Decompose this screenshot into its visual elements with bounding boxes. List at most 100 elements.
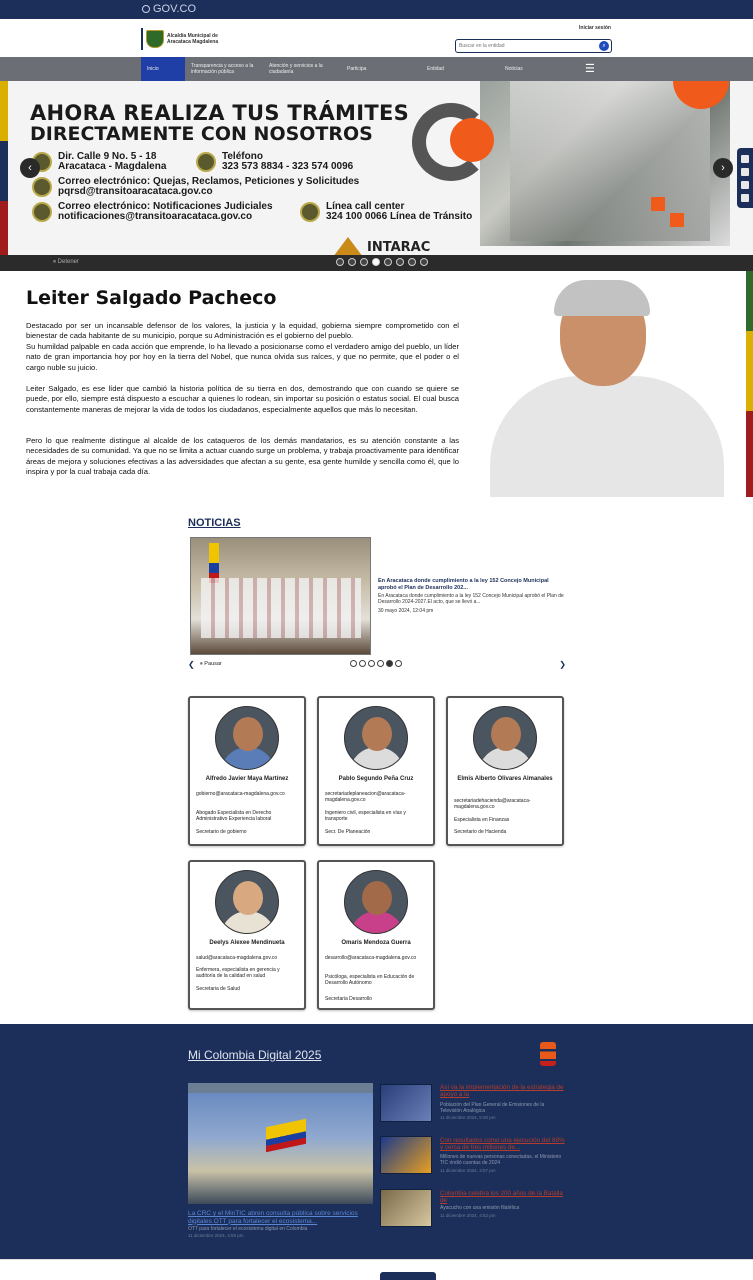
site-logo[interactable]: Alcaldía Municipal de Aracataca Magdalen…	[141, 28, 236, 50]
menu-icon[interactable]: ☰	[585, 62, 595, 75]
flag-strip	[746, 271, 753, 497]
mcd-title[interactable]: Mi Colombia Digital 2025	[188, 1048, 321, 1062]
hero-dot[interactable]	[360, 258, 368, 266]
hero-stop-button[interactable]: ⏸ Detener	[53, 259, 79, 266]
staff-email[interactable]: salud@aracataca-magdalena.gov.co	[196, 955, 300, 961]
mayor-photo	[488, 280, 726, 497]
mcd-item-headline[interactable]: Así va la implementación de la estrategi…	[440, 1084, 565, 1098]
nav-item-entidad[interactable]: Entidad	[421, 57, 499, 81]
staff-email[interactable]: secretariadeplaneacion@aracataca-magdale…	[325, 791, 429, 803]
avatar	[473, 706, 537, 770]
news-dot[interactable]	[368, 660, 375, 667]
news-next-button[interactable]: ❯	[559, 660, 566, 669]
hero-dot[interactable]	[396, 258, 404, 266]
staff-email[interactable]: desarrollo@aracataca-magdalena.gov.co	[325, 955, 429, 961]
hero-dot[interactable]	[420, 258, 428, 266]
flag-icon	[266, 1118, 306, 1153]
municipal-shield-icon	[146, 30, 164, 48]
staff-role: Secretario de gobierno	[196, 829, 247, 835]
gov-co-bar: GOV.CO	[0, 0, 753, 19]
news-dot-active[interactable]	[386, 660, 393, 667]
staff-name: Deelys Alexee Mendinueta	[209, 940, 285, 946]
news-dot[interactable]	[377, 660, 384, 667]
avatar	[344, 706, 408, 770]
mcd-item-image[interactable]	[380, 1189, 432, 1227]
intarac-logo: INTARAC	[333, 237, 430, 257]
nav-item-transparencia[interactable]: Transparencia y acceso a la información …	[185, 57, 263, 81]
staff-name: Alfredo Javier Maya Martínez	[205, 776, 289, 782]
email-icon	[32, 177, 52, 197]
gov-co-icon	[142, 5, 150, 13]
staff-card[interactable]: Pablo Segundo Peña Cruz secretariadeplan…	[317, 696, 435, 846]
hero-callcenter: Línea call center 324 100 0066 Línea de T…	[300, 202, 500, 224]
chevron-right-icon: ❯	[559, 660, 566, 669]
footer-tab[interactable]	[380, 1272, 436, 1280]
mayor-paragraph: Pero lo que realmente distingue al alcal…	[26, 436, 459, 476]
news-dot[interactable]	[395, 660, 402, 667]
font-size-icon[interactable]	[741, 180, 749, 189]
staff-card[interactable]: Deelys Alexee Mendinueta salud@aracataca…	[188, 860, 306, 1010]
search-input[interactable]	[459, 42, 594, 50]
staff-card[interactable]: Omaris Mendoza Guerra desarrollo@aracata…	[317, 860, 435, 1010]
mcd-item-summary: Millones de nuevas personas conectadas, …	[440, 1154, 562, 1166]
mcd-item-headline[interactable]: Con resultados como una ejecución del 88…	[440, 1137, 565, 1151]
avatar	[344, 870, 408, 934]
nav-item-atencion[interactable]: Atención y servicios a la ciudadanía	[263, 57, 341, 81]
login-link[interactable]: Iniciar sesión	[579, 25, 611, 31]
site-name-line2: Aracataca Magdalena	[167, 39, 219, 45]
news-dot[interactable]	[350, 660, 357, 667]
font-decrease-icon[interactable]	[741, 193, 749, 202]
staff-name: Omaris Mendoza Guerra	[341, 940, 411, 946]
flag-band	[0, 81, 8, 271]
news-image[interactable]	[190, 537, 371, 655]
mcd-main-headline[interactable]: La CRC y el MinTIC abren consulta públic…	[188, 1210, 374, 1225]
staff-card[interactable]: Alfredo Javier Maya Martínez gobierno@ar…	[188, 696, 306, 846]
staff-email[interactable]: gobierno@aracataca-magdalena.gov.co	[196, 791, 300, 797]
search-button[interactable]: ⌕	[599, 41, 609, 51]
nav-item-inicio[interactable]: Inicio	[141, 57, 185, 81]
contrast-icon[interactable]	[741, 167, 749, 176]
chevron-left-icon: ‹	[28, 162, 32, 174]
email-icon	[32, 202, 52, 222]
accessibility-icon[interactable]	[741, 154, 749, 163]
staff-name: Elmis Alberto Olivares Almanales	[457, 776, 553, 782]
search-box: ⌕	[455, 39, 612, 53]
mcd-item-headline[interactable]: Colombia celebra los 200 años de la Bata…	[440, 1190, 565, 1204]
hero-dot[interactable]	[384, 258, 392, 266]
hero-dot[interactable]	[336, 258, 344, 266]
site-header: Alcaldía Municipal de Aracataca Magdalen…	[0, 19, 753, 57]
mcd-main-date: 11 diciembre 2024, 4:59 pm	[188, 1233, 244, 1238]
news-dot[interactable]	[359, 660, 366, 667]
news-section-title[interactable]: NOTICIAS	[188, 517, 241, 529]
hero-prev-button[interactable]: ‹	[20, 158, 40, 178]
staff-profession: Enfermera, especialista en gerencia y au…	[196, 967, 280, 979]
staff-profession: Ingeniero civil, especialista en vías y …	[325, 810, 406, 822]
hero-dot[interactable]	[408, 258, 416, 266]
mcd-main-image[interactable]	[188, 1083, 373, 1204]
staff-profession: Especialista en Finanzas	[454, 817, 510, 823]
news-prev-button[interactable]: ❮	[188, 660, 195, 669]
staff-card[interactable]: Elmis Alberto Olivares Almanales secreta…	[446, 696, 564, 846]
hero-next-button[interactable]: ›	[713, 158, 733, 178]
gov-co-logo[interactable]: GOV.CO	[142, 3, 196, 15]
staff-email[interactable]: secretariadehacienda@aracataca-magdalena…	[454, 798, 558, 810]
hero-title-line2: DIRECTAMENTE CON NOSOTROS	[30, 123, 373, 145]
news-headline[interactable]: En Aracataca donde cumplimiento a la ley…	[378, 578, 568, 591]
news-date: 30 mayo 2024, 12:04 pm	[378, 608, 434, 614]
mayor-paragraph: Su humildad palpable en cada acción que …	[26, 342, 459, 372]
hero-phone: Teléfono 323 573 8834 - 323 574 0096	[196, 152, 386, 174]
hero-dot[interactable]	[348, 258, 356, 266]
avatar	[215, 706, 279, 770]
nav-item-participa[interactable]: Participa	[341, 57, 421, 81]
staff-role: Secretaria de Salud	[196, 986, 240, 992]
mcd-item-image[interactable]	[380, 1084, 432, 1122]
hero-controls: ⏸ Detener	[0, 255, 753, 271]
chevron-right-icon: ›	[721, 162, 725, 174]
hero-dot-active[interactable]	[372, 258, 380, 266]
mcd-item-image[interactable]	[380, 1136, 432, 1174]
hero-title-line1: AHORA REALIZA TUS TRÁMITES	[30, 101, 410, 125]
nav-item-noticias[interactable]: Noticias	[499, 57, 569, 81]
mcd-item-date: 11 diciembre 2024, 4:52 pm	[440, 1213, 496, 1218]
news-pause-button[interactable]: ⏸ Pausar	[200, 661, 222, 668]
gov-co-label: GOV.CO	[153, 3, 196, 15]
